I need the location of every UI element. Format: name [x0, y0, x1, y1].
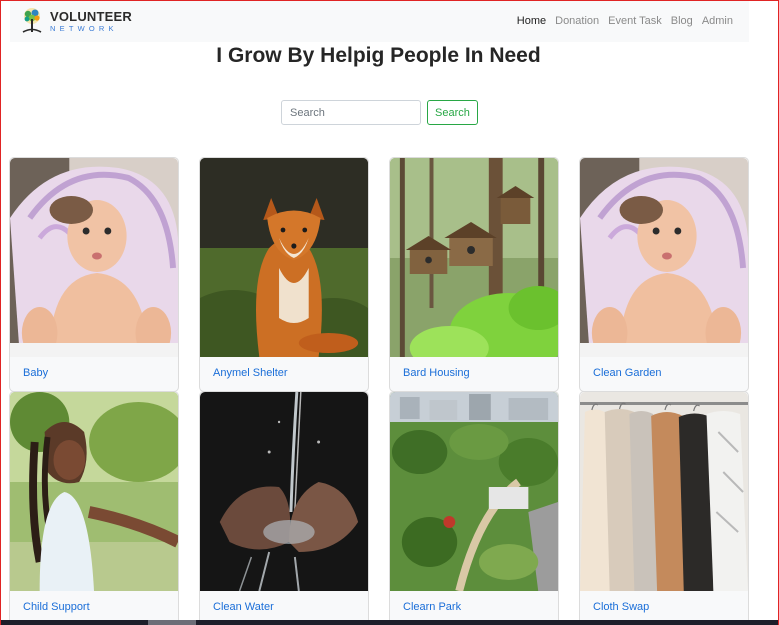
brand[interactable]: VOLUNTEER NETWORK [20, 6, 132, 36]
search-button[interactable]: Search [427, 100, 478, 125]
fox-photo [200, 158, 368, 357]
event-card-bird-housing[interactable]: Bard Housing [389, 157, 559, 392]
clothes-photo [580, 392, 748, 591]
event-card-clean-park[interactable]: Clearn Park [389, 391, 559, 625]
birdhouse-photo [390, 158, 558, 357]
nav-blog[interactable]: Blog [671, 15, 693, 27]
event-card-animal-shelter[interactable]: Anymel Shelter [199, 157, 369, 392]
baby-photo [580, 158, 748, 357]
tree-logo-icon [22, 8, 42, 33]
event-card-label[interactable]: Clean Garden [580, 357, 748, 391]
nav-event-task[interactable]: Event Task [608, 15, 662, 27]
event-card-label[interactable]: Bard Housing [390, 357, 558, 391]
event-card-cloth-swap[interactable]: Cloth Swap [579, 391, 749, 625]
girl-photo [10, 392, 178, 591]
taskbar-strip [0, 620, 779, 625]
water-hands-photo [200, 392, 368, 591]
nav-home[interactable]: Home [517, 15, 546, 27]
navbar: VOLUNTEER NETWORK Home Donation Event Ta… [10, 0, 749, 42]
event-card-child-support[interactable]: Child Support [9, 391, 179, 625]
brand-subtitle: NETWORK [50, 23, 118, 33]
event-card-clean-garden[interactable]: Clean Garden [579, 157, 749, 392]
brand-name: VOLUNTEER [50, 8, 132, 24]
nav-admin[interactable]: Admin [702, 15, 733, 27]
nav-donation[interactable]: Donation [555, 15, 599, 27]
event-card-label[interactable]: Anymel Shelter [200, 357, 368, 391]
event-card-baby[interactable]: Baby [9, 157, 179, 392]
park-photo [390, 392, 558, 591]
event-card-clean-water[interactable]: Clean Water [199, 391, 369, 625]
search-input[interactable] [281, 100, 421, 125]
event-card-label[interactable]: Baby [10, 357, 178, 391]
page-title: I Grow By Helpig People In Need [216, 44, 541, 67]
baby-photo [10, 158, 178, 357]
search-bar: Search [281, 100, 478, 125]
nav-links: Home Donation Event Task Blog Admin [517, 15, 733, 27]
